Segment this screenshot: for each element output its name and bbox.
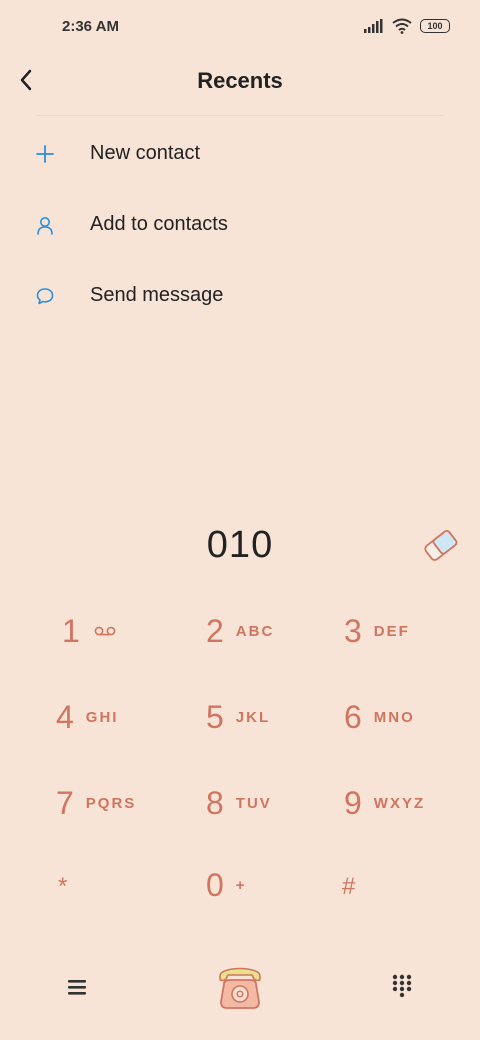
call-button[interactable] [212,962,268,1012]
key-digit: # [342,873,356,900]
key-letters: WXYZ [373,794,426,812]
key-letters: TUV [235,794,272,812]
key-digit: 4 [56,698,74,735]
key-star[interactable]: * [58,852,67,922]
wifi-icon [392,18,412,34]
status-icons: 100 [364,18,450,34]
new-contact-item[interactable]: New contact [0,118,480,189]
hamburger-menu-icon [68,980,86,995]
key-digit: * [58,873,68,900]
key-letters: + [235,876,247,894]
battery-indicator: 100 [420,19,450,33]
key-letters: GHI [85,708,119,726]
key-letters: PQRS [85,794,137,812]
key-1[interactable]: 1 [62,596,116,666]
key-letters: JKL [235,708,271,726]
key-letters: DEF [373,622,410,640]
key-digit: 9 [344,784,362,821]
key-0[interactable]: 0 + [206,850,247,920]
dialpad-button[interactable] [390,974,414,998]
key-7[interactable]: 7 PQRS [56,768,136,838]
signal-icon [364,19,383,33]
message-icon [34,285,56,307]
key-digit: 8 [206,784,224,821]
plus-icon [34,143,56,165]
key-hash[interactable]: # [342,852,355,922]
header-divider [36,115,444,116]
key-digit: 1 [62,612,80,649]
bottom-bar [0,950,480,1030]
status-time: 2:36 AM [62,18,119,35]
header: Recents [0,58,480,106]
send-message-item[interactable]: Send message [0,260,480,331]
key-digit: 2 [206,612,224,649]
status-bar: 2:36 AM 100 [0,0,480,56]
add-to-contacts-item[interactable]: Add to contacts [0,189,480,260]
key-4[interactable]: 4 GHI [56,682,118,752]
add-to-contacts-label: Add to contacts [90,213,228,235]
action-menu: New contact Add to contacts Send message [0,118,480,331]
key-9[interactable]: 9 WXYZ [344,768,425,838]
dialed-number: 010 [206,524,274,566]
key-8[interactable]: 8 TUV [206,768,272,838]
key-3[interactable]: 3 DEF [344,596,410,666]
phone-icon [219,967,261,1009]
voicemail-icon [94,626,116,636]
person-icon [34,214,56,236]
erase-button[interactable] [420,528,462,564]
page-title: Recents [197,68,283,93]
key-6[interactable]: 6 MNO [344,682,415,752]
eraser-icon [424,529,458,561]
key-digit: 6 [344,698,362,735]
send-message-label: Send message [90,284,224,306]
new-contact-label: New contact [90,142,201,164]
menu-button[interactable] [66,975,90,999]
key-letters: ABC [235,622,275,640]
key-5[interactable]: 5 JKL [206,682,270,752]
dialpad-icon [392,974,412,998]
key-digit: 7 [56,784,74,821]
key-digit: 0 [206,866,224,903]
key-letters: MNO [373,708,415,726]
key-digit: 5 [206,698,224,735]
key-2[interactable]: 2 ABC [206,596,274,666]
key-digit: 3 [344,612,362,649]
